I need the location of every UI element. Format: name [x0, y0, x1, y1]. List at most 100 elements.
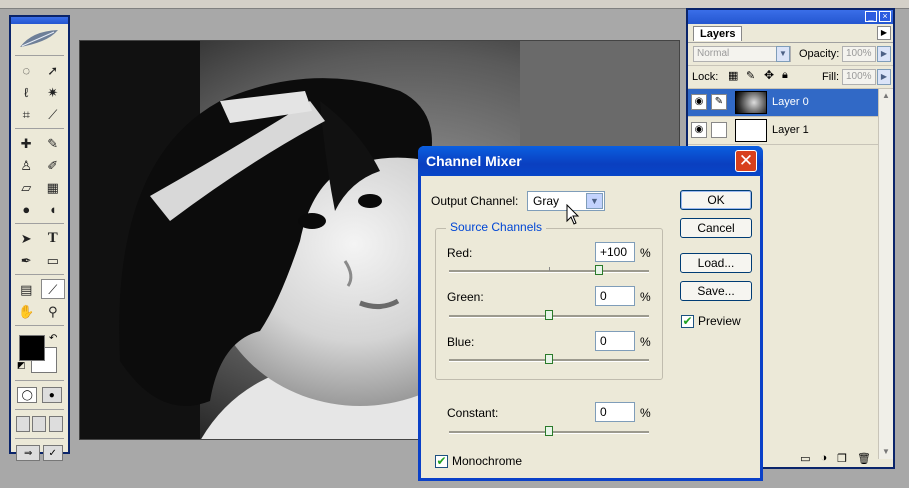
output-channel-label: Output Channel: — [431, 194, 519, 208]
output-channel-value: Gray — [533, 194, 560, 208]
save-button[interactable]: Save... — [680, 281, 752, 301]
lock-transparency-icon[interactable]: ▦ — [728, 69, 738, 82]
lock-move-icon[interactable]: ✥ — [764, 68, 774, 82]
hand-tool-icon[interactable]: ✋ — [14, 301, 38, 321]
cancel-button[interactable]: Cancel — [680, 218, 752, 238]
red-input[interactable]: +100 — [595, 242, 635, 262]
lasso-tool-icon[interactable]: ℓ — [14, 82, 38, 102]
opacity-arrow-icon[interactable]: ▶ — [877, 46, 891, 62]
constant-input[interactable]: 0 — [595, 402, 635, 422]
jump-to-imageready-icon[interactable]: ⇒ — [16, 445, 41, 461]
dialog-titlebar[interactable]: Channel Mixer — [418, 146, 763, 176]
percent-sign: % — [640, 335, 651, 349]
type-tool-icon[interactable]: T — [41, 228, 65, 248]
tools-palette-titlebar[interactable] — [11, 17, 68, 24]
green-slider-thumb[interactable] — [545, 310, 553, 320]
green-input[interactable]: 0 — [595, 286, 635, 306]
pen-tool-icon[interactable]: ✒ — [14, 250, 38, 270]
quick-mask-mode-icon[interactable]: ● — [41, 387, 62, 403]
divider — [15, 55, 64, 56]
layer-thumbnail — [735, 119, 767, 142]
feather-logo-icon[interactable] — [11, 24, 68, 52]
eraser-tool-icon[interactable]: ▱ — [14, 177, 38, 197]
full-screen-menu-mode-icon[interactable] — [32, 416, 47, 432]
edit-in-imageready-icon[interactable]: ✓ — [42, 445, 63, 461]
percent-sign: % — [640, 246, 651, 260]
chevron-down-icon[interactable]: ▼ — [586, 193, 603, 209]
preview-label: Preview — [698, 314, 741, 328]
standard-mode-icon[interactable]: ◯ — [17, 387, 38, 403]
source-channels-label: Source Channels — [446, 220, 547, 234]
visibility-eye-icon[interactable]: ◉ — [691, 122, 707, 138]
ok-button[interactable]: OK — [680, 190, 752, 210]
new-group-icon[interactable]: ▭ — [800, 452, 810, 465]
zoom-tool-icon[interactable]: ⚲ — [41, 301, 65, 321]
move-tool-icon[interactable]: ➚ — [41, 60, 65, 80]
history-brush-tool-icon[interactable]: ✐ — [41, 155, 65, 175]
slider-center-tick — [549, 267, 550, 271]
fill-arrow-icon[interactable]: ▶ — [877, 69, 891, 85]
standard-screen-mode-icon[interactable] — [16, 416, 31, 432]
chevron-down-icon[interactable]: ▼ — [776, 46, 790, 62]
magic-wand-tool-icon[interactable]: ✷ — [41, 82, 65, 102]
new-layer-icon[interactable]: ❐ — [837, 452, 847, 465]
lock-paint-icon[interactable]: ✎ — [746, 69, 755, 82]
notes-tool-icon[interactable]: ▤ — [14, 279, 38, 299]
red-label: Red: — [447, 246, 473, 260]
layer-row-layer-1[interactable]: ◉ Layer 1 — [688, 117, 893, 145]
scroll-up-icon[interactable]: ▲ — [879, 89, 893, 103]
constant-slider-thumb[interactable] — [545, 426, 553, 436]
foreground-color-swatch[interactable] — [19, 335, 45, 361]
layer-row-layer-0[interactable]: ◉ ✎ Layer 0 — [688, 89, 893, 117]
green-label: Green: — [447, 290, 484, 304]
marquee-tool-icon[interactable]: ◌ — [14, 60, 38, 80]
clone-stamp-tool-icon[interactable]: ♙ — [14, 155, 38, 175]
blur-tool-icon[interactable]: ● — [14, 199, 38, 219]
constant-label: Constant: — [447, 406, 499, 420]
preview-checkbox[interactable]: ✔ — [681, 315, 694, 328]
monochrome-checkbox[interactable]: ✔ — [435, 455, 448, 468]
layer-name: Layer 1 — [772, 124, 809, 136]
trash-icon[interactable]: 🗑︎ — [857, 452, 871, 465]
brush-tool-icon[interactable]: ✎ — [41, 133, 65, 153]
lock-all-icon[interactable]: 🔒︎ — [782, 69, 788, 82]
minimize-icon[interactable]: _ — [865, 11, 877, 22]
palette-menu-icon[interactable]: ▶ — [877, 26, 891, 40]
crop-tool-icon[interactable]: ⌗ — [14, 104, 38, 124]
red-slider-thumb[interactable] — [595, 265, 603, 275]
blue-label: Blue: — [447, 335, 475, 349]
swap-colors-icon[interactable]: ↶ — [49, 333, 57, 344]
opacity-value: 100% — [846, 48, 872, 59]
load-button[interactable]: Load... — [680, 253, 752, 273]
opacity-field[interactable]: 100% — [842, 46, 876, 62]
divider — [15, 438, 64, 439]
blue-slider-thumb[interactable] — [545, 354, 553, 364]
layers-scrollbar[interactable]: ▲ ▼ — [878, 89, 893, 459]
layer-link-cell[interactable] — [711, 122, 727, 138]
layers-palette-titlebar[interactable]: _ × — [688, 10, 893, 24]
lock-label: Lock: — [692, 71, 719, 83]
eyedropper-tool-icon[interactable]: ⟋ — [40, 279, 65, 299]
brush-icon[interactable]: ✎ — [711, 94, 727, 110]
dodge-tool-icon[interactable]: ◖ — [41, 199, 65, 219]
close-icon[interactable]: × — [879, 11, 891, 22]
close-icon[interactable]: ✕ — [735, 150, 757, 172]
slice-tool-icon[interactable]: ⟋ — [41, 104, 65, 124]
adjustment-layer-icon[interactable]: ◑ — [821, 452, 828, 464]
default-colors-icon[interactable]: ◩ — [17, 360, 26, 371]
layer-thumbnail — [735, 91, 767, 114]
tab-layers[interactable]: Layers — [693, 26, 743, 41]
blend-mode-value: Normal — [697, 48, 730, 59]
percent-sign: % — [640, 290, 651, 304]
opacity-label: Opacity: — [799, 48, 840, 60]
lock-row: Lock: ▦ ✎ ✥ 🔒︎ Fill: 100% ▶ — [688, 66, 893, 89]
blue-input[interactable]: 0 — [595, 331, 635, 351]
divider — [15, 380, 64, 381]
fill-field[interactable]: 100% — [842, 69, 876, 85]
healing-brush-tool-icon[interactable]: ✚ — [14, 133, 38, 153]
path-selection-tool-icon[interactable]: ➤ — [14, 228, 38, 248]
gradient-tool-icon[interactable]: ▦ — [41, 177, 65, 197]
shape-tool-icon[interactable]: ▭ — [41, 250, 65, 270]
full-screen-mode-icon[interactable] — [48, 416, 63, 432]
visibility-eye-icon[interactable]: ◉ — [691, 94, 707, 110]
